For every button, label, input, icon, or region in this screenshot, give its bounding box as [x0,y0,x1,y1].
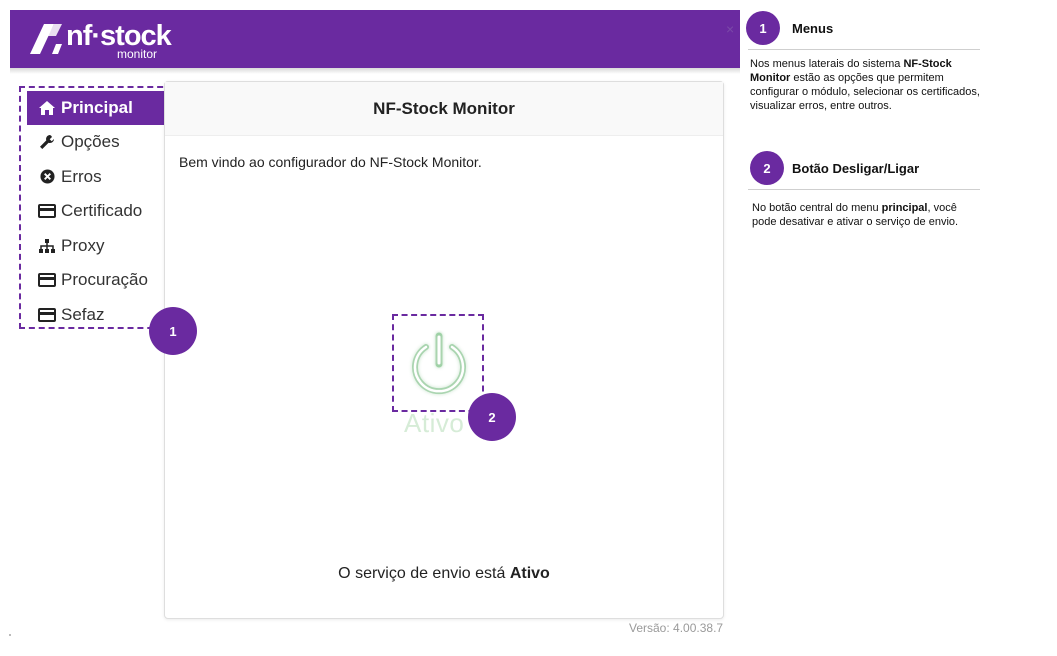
page-title: NF-Stock Monitor [165,82,723,136]
close-icon[interactable]: × [726,22,734,36]
note-text-power: No botão central do menu principal, você… [752,201,984,229]
menus-highlight-box [19,86,173,329]
welcome-text: Bem vindo ao configurador do NF-Stock Mo… [179,154,482,170]
callout-badge-1: 1 [149,307,197,355]
stray-dot [9,634,11,636]
power-status-label: Ativo [404,408,465,438]
note-title-power: Botão Desligar/Ligar [792,161,920,176]
status-value: Ativo [509,565,550,582]
note-text-part: No botão central do menu [752,202,882,214]
nfstock-logo: nf·stock monitor [28,20,172,61]
service-status: O serviço de envio está Ativo [164,565,724,583]
note-badge-2: 2 [750,151,784,185]
logo-subtext: monitor [117,47,158,61]
button-highlight-box [392,314,484,412]
note-badge-1: 1 [746,11,780,45]
note-title-menus: Menus [792,21,834,36]
status-prefix: O serviço de envio está [338,565,506,582]
version-label: Versão: 4.00.38.7 [629,621,724,635]
note-divider [748,189,980,190]
callout-badge-2: 2 [468,393,516,441]
note-text-menus: Nos menus laterais do sistema NF-Stock M… [750,57,982,113]
note-text-bold: principal [881,202,928,214]
header-shadow [10,68,740,74]
note-text-part: Nos menus laterais do sistema [750,58,904,70]
app-header: nf·stock monitor × [10,10,740,68]
note-divider [748,49,980,50]
logo-mark-icon [30,24,62,54]
